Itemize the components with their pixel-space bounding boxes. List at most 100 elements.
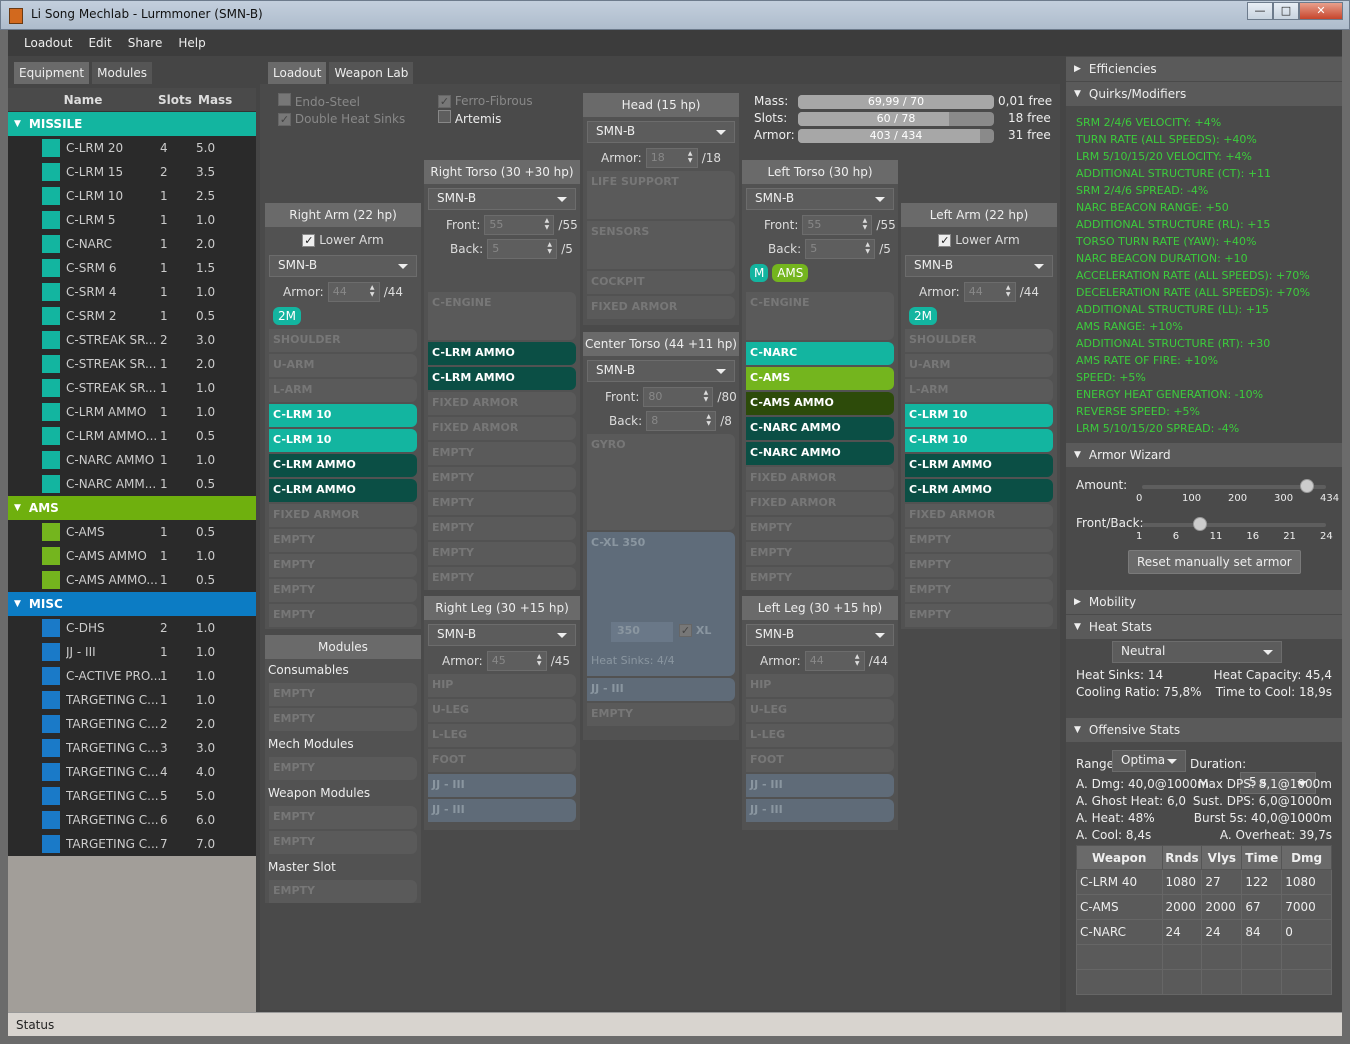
component-slot[interactable]: FIXED ARMOR <box>746 492 894 515</box>
head-variant-select[interactable]: SMN-B <box>587 121 735 143</box>
right-lower-arm-checkbox[interactable]: ✓ <box>302 233 316 247</box>
weapon-module-slot[interactable]: EMPTY <box>269 806 417 829</box>
center-torso-back-spinner[interactable]: 8 <box>646 411 717 431</box>
component-slot[interactable]: EMPTY <box>428 467 576 490</box>
component-slot[interactable]: EMPTY <box>746 517 894 540</box>
component-slot[interactable]: U-LEG <box>428 699 576 722</box>
engine-xl-checkbox[interactable]: ✓ <box>679 624 692 637</box>
center-torso-gyro-slot[interactable]: GYRO <box>587 434 735 530</box>
center-torso-front-spinner[interactable]: 80 <box>643 387 714 407</box>
right-leg-variant-select[interactable]: SMN-B <box>428 624 576 646</box>
component-slot[interactable]: C-LRM AMMO <box>905 454 1053 477</box>
col-weapon[interactable]: Weapon <box>1076 845 1163 870</box>
component-slot[interactable]: C-LRM AMMO <box>269 454 417 477</box>
artemis-checkbox[interactable] <box>438 110 451 123</box>
mech-module-slot[interactable]: EMPTY <box>269 757 417 780</box>
component-slot[interactable]: C-NARC <box>746 342 894 365</box>
engine-rating-select[interactable]: 350 <box>611 622 673 642</box>
component-slot[interactable]: EMPTY <box>746 567 894 590</box>
efficiencies-section[interactable]: ▶ Efficiencies <box>1066 57 1342 81</box>
maximize-button[interactable]: □ <box>1273 2 1299 20</box>
header-slots[interactable]: Slots <box>158 93 198 107</box>
equipment-item[interactable]: C-SRM 6 1 1.5 <box>8 256 256 280</box>
component-slot[interactable]: C-LRM AMMO <box>269 479 417 502</box>
consumable-slot[interactable]: EMPTY <box>269 683 417 706</box>
component-slot[interactable]: SHOULDER <box>269 329 417 352</box>
component-slot[interactable]: C-LRM 10 <box>269 429 417 452</box>
component-slot[interactable]: L-LEG <box>746 724 894 747</box>
component-slot[interactable]: EMPTY <box>905 579 1053 602</box>
component-slot[interactable]: EMPTY <box>746 542 894 565</box>
tab-loadout[interactable]: Loadout <box>268 62 327 84</box>
left-arm-armor-spinner[interactable]: 44 <box>963 282 1016 302</box>
table-row[interactable]: C-NARC 24 24 84 0 <box>1076 919 1332 945</box>
right-leg-armor-spinner[interactable]: 45 <box>486 651 547 671</box>
left-torso-back-spinner[interactable]: 5 <box>805 239 876 259</box>
right-arm-armor-spinner[interactable]: 44 <box>327 282 380 302</box>
header-mass[interactable]: Mass <box>198 93 238 107</box>
head-slot-cockpit[interactable]: COCKPIT <box>587 271 735 294</box>
left-torso-variant-select[interactable]: SMN-B <box>746 188 894 210</box>
right-torso-front-spinner[interactable]: 55 <box>484 215 555 235</box>
component-slot[interactable]: SHOULDER <box>905 329 1053 352</box>
component-slot[interactable]: C-LRM 10 <box>905 404 1053 427</box>
double-heat-sinks-checkbox[interactable]: ✓ <box>278 113 291 126</box>
component-slot[interactable]: JJ - III <box>746 799 894 822</box>
component-slot[interactable]: C-LRM AMMO <box>428 342 576 365</box>
equipment-item[interactable]: C-STREAK SR... 2 3.0 <box>8 328 256 352</box>
heat-stats-section[interactable]: ▼ Heat Stats <box>1066 615 1342 639</box>
ferro-fibrous-checkbox[interactable]: ✓ <box>438 95 451 108</box>
component-slot[interactable]: C-AMS <box>746 367 894 390</box>
equipment-item[interactable]: C-ACTIVE PRO... 1 1.0 <box>8 664 256 688</box>
component-slot[interactable]: EMPTY <box>428 517 576 540</box>
left-torso-front-spinner[interactable]: 55 <box>802 215 873 235</box>
component-slot[interactable]: L-LEG <box>428 724 576 747</box>
component-slot[interactable]: EMPTY <box>269 579 417 602</box>
equipment-item[interactable]: C-LRM 10 1 2.5 <box>8 184 256 208</box>
component-slot[interactable]: JJ - III <box>428 799 576 822</box>
right-torso-variant-select[interactable]: SMN-B <box>428 188 576 210</box>
component-slot[interactable]: FOOT <box>746 749 894 772</box>
col-volleys[interactable]: Vlys <box>1201 845 1243 870</box>
equipment-item[interactable]: C-STREAK SR... 1 1.0 <box>8 376 256 400</box>
left-arm-variant-select[interactable]: SMN-B <box>905 255 1053 277</box>
equipment-item[interactable]: TARGETING C... 1 1.0 <box>8 688 256 712</box>
endo-steel-checkbox[interactable] <box>278 93 291 106</box>
equipment-item[interactable]: C-AMS 1 0.5 <box>8 520 256 544</box>
armor-wizard-section[interactable]: ▼ Armor Wizard <box>1066 443 1342 467</box>
equipment-item[interactable]: C-NARC AMMO 1 1.0 <box>8 448 256 472</box>
head-slot-fixed-armor[interactable]: FIXED ARMOR <box>587 296 735 319</box>
component-slot[interactable]: C-NARC AMMO <box>746 442 894 465</box>
component-slot[interactable]: U-ARM <box>269 354 417 377</box>
menu-loadout[interactable]: Loadout <box>24 36 72 50</box>
component-slot[interactable]: L-ARM <box>905 379 1053 402</box>
equipment-item[interactable]: TARGETING C... 7 7.0 <box>8 832 256 856</box>
left-leg-armor-spinner[interactable]: 44 <box>804 651 865 671</box>
component-slot[interactable]: HIP <box>746 674 894 697</box>
component-slot[interactable]: L-ARM <box>269 379 417 402</box>
quirks-section[interactable]: ▼ Quirks/Modifiers <box>1066 82 1342 106</box>
col-rounds[interactable]: Rnds <box>1161 845 1203 870</box>
component-slot[interactable]: FOOT <box>428 749 576 772</box>
right-arm-variant-select[interactable]: SMN-B <box>269 255 417 277</box>
minimize-button[interactable]: — <box>1247 2 1273 20</box>
component-slot[interactable]: C-LRM 10 <box>905 429 1053 452</box>
equipment-item[interactable]: TARGETING C... 5 5.0 <box>8 784 256 808</box>
component-slot[interactable]: C-LRM AMMO <box>428 367 576 390</box>
component-slot[interactable]: FIXED ARMOR <box>746 467 894 490</box>
tab-weapon-lab[interactable]: Weapon Lab <box>329 62 414 84</box>
component-slot[interactable]: EMPTY <box>269 529 417 552</box>
expanded-arrow-icon[interactable]: ▼ <box>14 503 21 513</box>
component-slot[interactable]: U-ARM <box>905 354 1053 377</box>
equipment-item[interactable]: C-AMS AMMO 1 1.0 <box>8 544 256 568</box>
menu-edit[interactable]: Edit <box>88 36 111 50</box>
component-slot[interactable]: EMPTY <box>428 492 576 515</box>
equipment-item[interactable]: C-LRM 5 1 1.0 <box>8 208 256 232</box>
equipment-item[interactable]: JJ - III 1 1.0 <box>8 640 256 664</box>
menu-help[interactable]: Help <box>178 36 205 50</box>
component-slot[interactable]: JJ - III <box>428 774 576 797</box>
left-leg-variant-select[interactable]: SMN-B <box>746 624 894 646</box>
range-select[interactable]: Optima <box>1112 750 1186 772</box>
component-slot[interactable]: EMPTY <box>428 542 576 565</box>
equipment-item[interactable]: C-AMS AMMO... 1 0.5 <box>8 568 256 592</box>
